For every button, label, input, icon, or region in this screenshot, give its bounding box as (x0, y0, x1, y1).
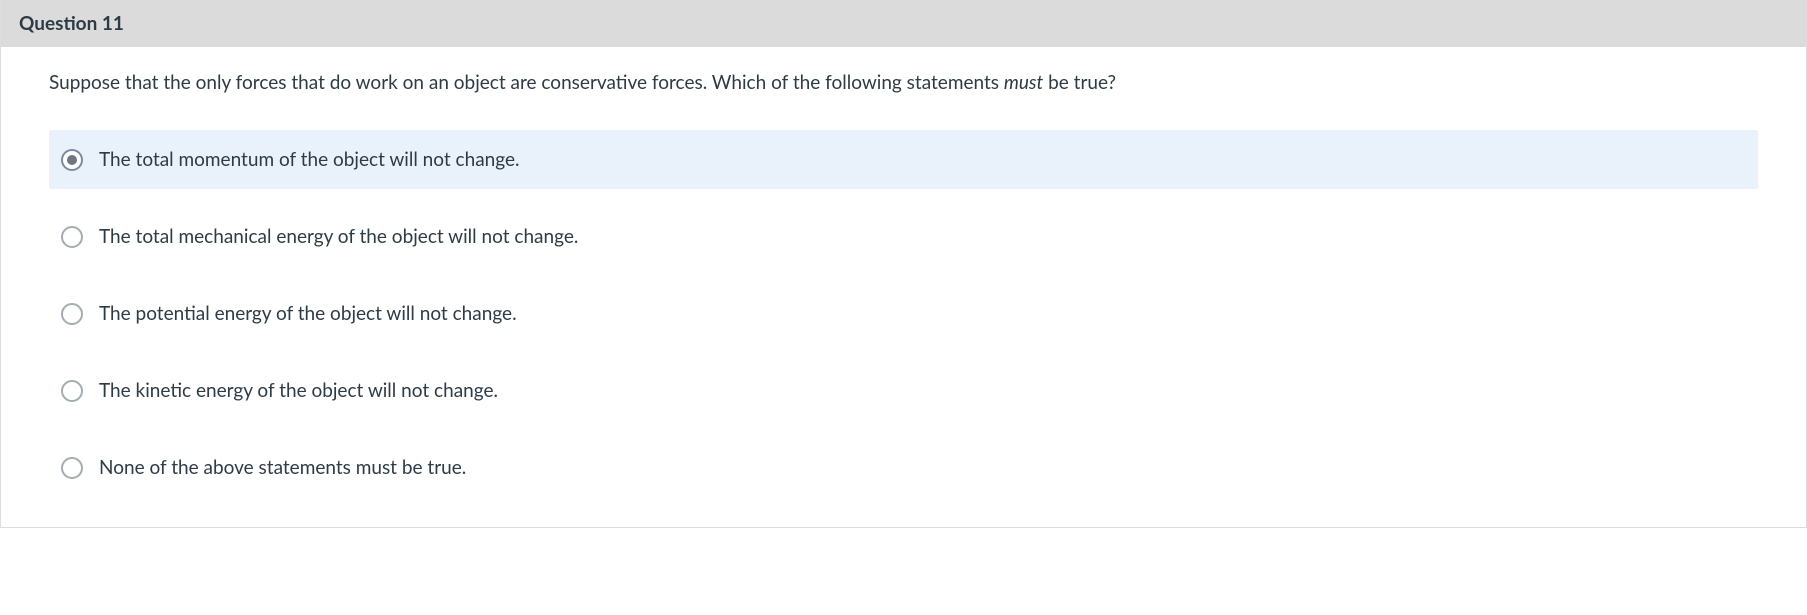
option-1[interactable]: The total mechanical energy of the objec… (49, 207, 1758, 266)
prompt-text-after: be true? (1043, 71, 1116, 94)
option-2[interactable]: The potential energy of the object will … (49, 284, 1758, 343)
radio-icon (61, 149, 83, 171)
option-0[interactable]: The total momentum of the object will no… (49, 130, 1758, 189)
option-label: The kinetic energy of the object will no… (99, 379, 498, 402)
option-label: The total momentum of the object will no… (99, 148, 520, 171)
radio-icon (61, 457, 83, 479)
prompt-text-before: Suppose that the only forces that do wor… (49, 71, 1004, 94)
question-number: Question 11 (19, 12, 124, 35)
question-body: Suppose that the only forces that do wor… (1, 47, 1806, 527)
question-prompt: Suppose that the only forces that do wor… (49, 71, 1758, 94)
question-container: Question 11 Suppose that the only forces… (0, 0, 1807, 528)
option-4[interactable]: None of the above statements must be tru… (49, 438, 1758, 497)
radio-icon (61, 380, 83, 402)
question-header: Question 11 (1, 0, 1806, 47)
option-3[interactable]: The kinetic energy of the object will no… (49, 361, 1758, 420)
radio-dot-icon (67, 155, 77, 165)
radio-icon (61, 303, 83, 325)
option-label: The total mechanical energy of the objec… (99, 225, 578, 248)
option-label: The potential energy of the object will … (99, 302, 517, 325)
options-group: The total momentum of the object will no… (49, 130, 1758, 497)
option-label: None of the above statements must be tru… (99, 456, 466, 479)
radio-icon (61, 226, 83, 248)
prompt-text-em: must (1004, 71, 1043, 94)
